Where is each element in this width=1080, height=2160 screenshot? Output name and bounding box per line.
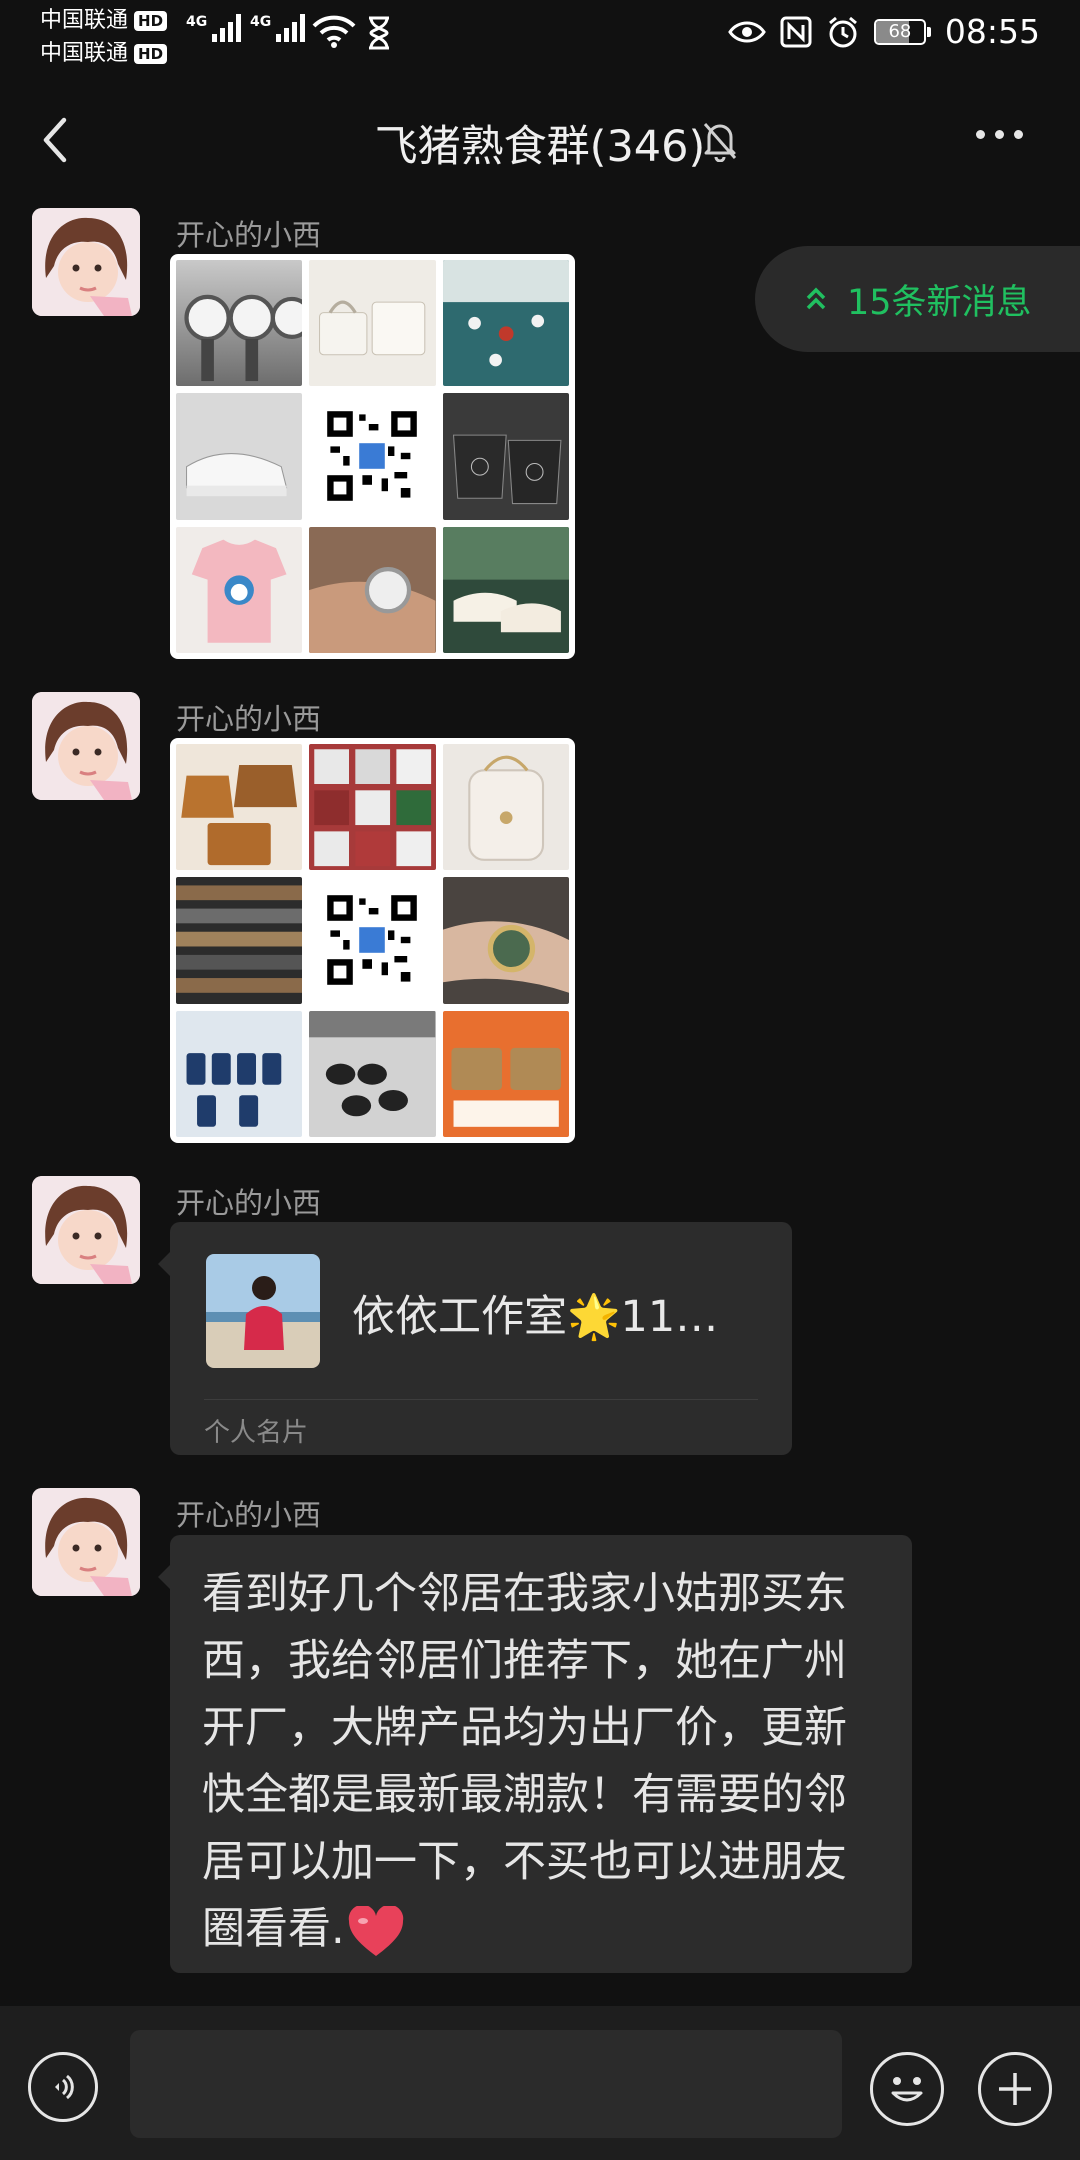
photo-jewelry[interactable]	[442, 260, 569, 387]
network-type: 4G	[250, 14, 272, 30]
heart-icon	[348, 1905, 403, 1956]
divider	[204, 1399, 758, 1400]
photo-wrist-watch[interactable]	[309, 526, 436, 653]
hd-badge: HD	[134, 10, 168, 31]
photo-sneakers[interactable]	[176, 393, 303, 520]
status-icons-right: 68 08:55	[728, 12, 1040, 51]
contact-card[interactable]: 依依工作室🌟11… 个人名片	[158, 1222, 792, 1455]
input-bar	[0, 2006, 1080, 2160]
photo-tote-bags[interactable]	[442, 393, 569, 520]
photo-backpack[interactable]	[442, 744, 569, 871]
plus-icon	[999, 2073, 1031, 2105]
carrier-info: 中国联通 HD 中国联通 HD	[40, 4, 168, 70]
image-grid[interactable]	[170, 738, 575, 1143]
photo-watch-wrist[interactable]	[442, 877, 569, 1004]
avatar[interactable]	[32, 692, 140, 800]
photo-keychains[interactable]	[176, 1010, 303, 1137]
hourglass-icon	[369, 16, 389, 50]
clock: 08:55	[944, 12, 1040, 51]
hd-badge: HD	[134, 43, 168, 64]
network-type: 4G	[186, 14, 208, 30]
sender-name: 开心的小西	[176, 218, 322, 252]
sender-name: 开心的小西	[176, 702, 322, 736]
qr-code-image[interactable]	[309, 393, 436, 520]
text-message-bubble[interactable]: 看到好几个邻居在我家小姑那买东西，我给邻居们推荐下，她在广州开厂，大牌产品均为出…	[158, 1535, 912, 1973]
photo-watches[interactable]	[176, 260, 303, 387]
new-messages-label: 15条新消息	[847, 282, 1032, 323]
photo-handbags[interactable]	[309, 260, 436, 387]
emoji-button[interactable]	[870, 2052, 944, 2126]
message-text: 看到好几个邻居在我家小姑那买东西，我给邻居们推荐下，她在广州开厂，大牌产品均为出…	[202, 1561, 884, 1963]
qr-code-image[interactable]	[309, 877, 436, 1004]
battery-percent: 68	[888, 21, 912, 42]
carrier-label: 中国联通	[40, 41, 129, 66]
mute-bell-icon	[703, 123, 737, 162]
status-bar: 中国联通 HD 中国联通 HD 4G 4G 68 08:55	[0, 0, 1080, 72]
contact-photo	[206, 1254, 320, 1368]
alarm-icon	[828, 16, 857, 47]
photo-leather-bags[interactable]	[176, 744, 303, 871]
message-body: 看到好几个邻居在我家小姑那买东西，我给邻居们推荐下，她在广州开厂，大牌产品均为出…	[202, 1569, 847, 1954]
sender-name: 开心的小西	[176, 1186, 322, 1220]
voice-icon	[55, 2074, 74, 2100]
avatar[interactable]	[32, 208, 140, 316]
photo-orange-bags[interactable]	[442, 1010, 569, 1137]
sender-name: 开心的小西	[176, 1498, 322, 1532]
wifi-icon	[312, 15, 356, 48]
carrier-label: 中国联通	[40, 8, 129, 33]
more-icon[interactable]	[976, 130, 1023, 139]
signal-icon: 4G	[186, 14, 242, 42]
message-input[interactable]	[130, 2030, 842, 2138]
chat-title: 飞猪熟食群(346)	[374, 122, 706, 172]
photo-tshirt[interactable]	[176, 526, 303, 653]
photo-belts[interactable]	[176, 877, 303, 1004]
voice-button[interactable]	[28, 2052, 98, 2122]
photo-shoes[interactable]	[442, 526, 569, 653]
card-type-label: 个人名片	[204, 1418, 309, 1448]
avatar[interactable]	[32, 1488, 140, 1596]
double-chevron-up-icon	[806, 287, 826, 310]
chat-header: 飞猪熟食群(346)	[0, 100, 1080, 180]
eye-icon	[728, 21, 766, 42]
image-grid[interactable]	[170, 254, 575, 659]
battery-icon: 68	[873, 18, 931, 45]
photo-shoe-collage[interactable]	[309, 744, 436, 871]
new-messages-button[interactable]: 15条新消息	[755, 246, 1080, 352]
nfc-icon	[780, 16, 812, 47]
avatar[interactable]	[32, 1176, 140, 1284]
photo-sunglasses[interactable]	[309, 1010, 436, 1137]
emoji-icon	[891, 2077, 923, 2102]
signal-icon: 4G	[250, 14, 306, 42]
plus-button[interactable]	[978, 2052, 1052, 2126]
contact-name: 依依工作室🌟11…	[352, 1292, 719, 1342]
